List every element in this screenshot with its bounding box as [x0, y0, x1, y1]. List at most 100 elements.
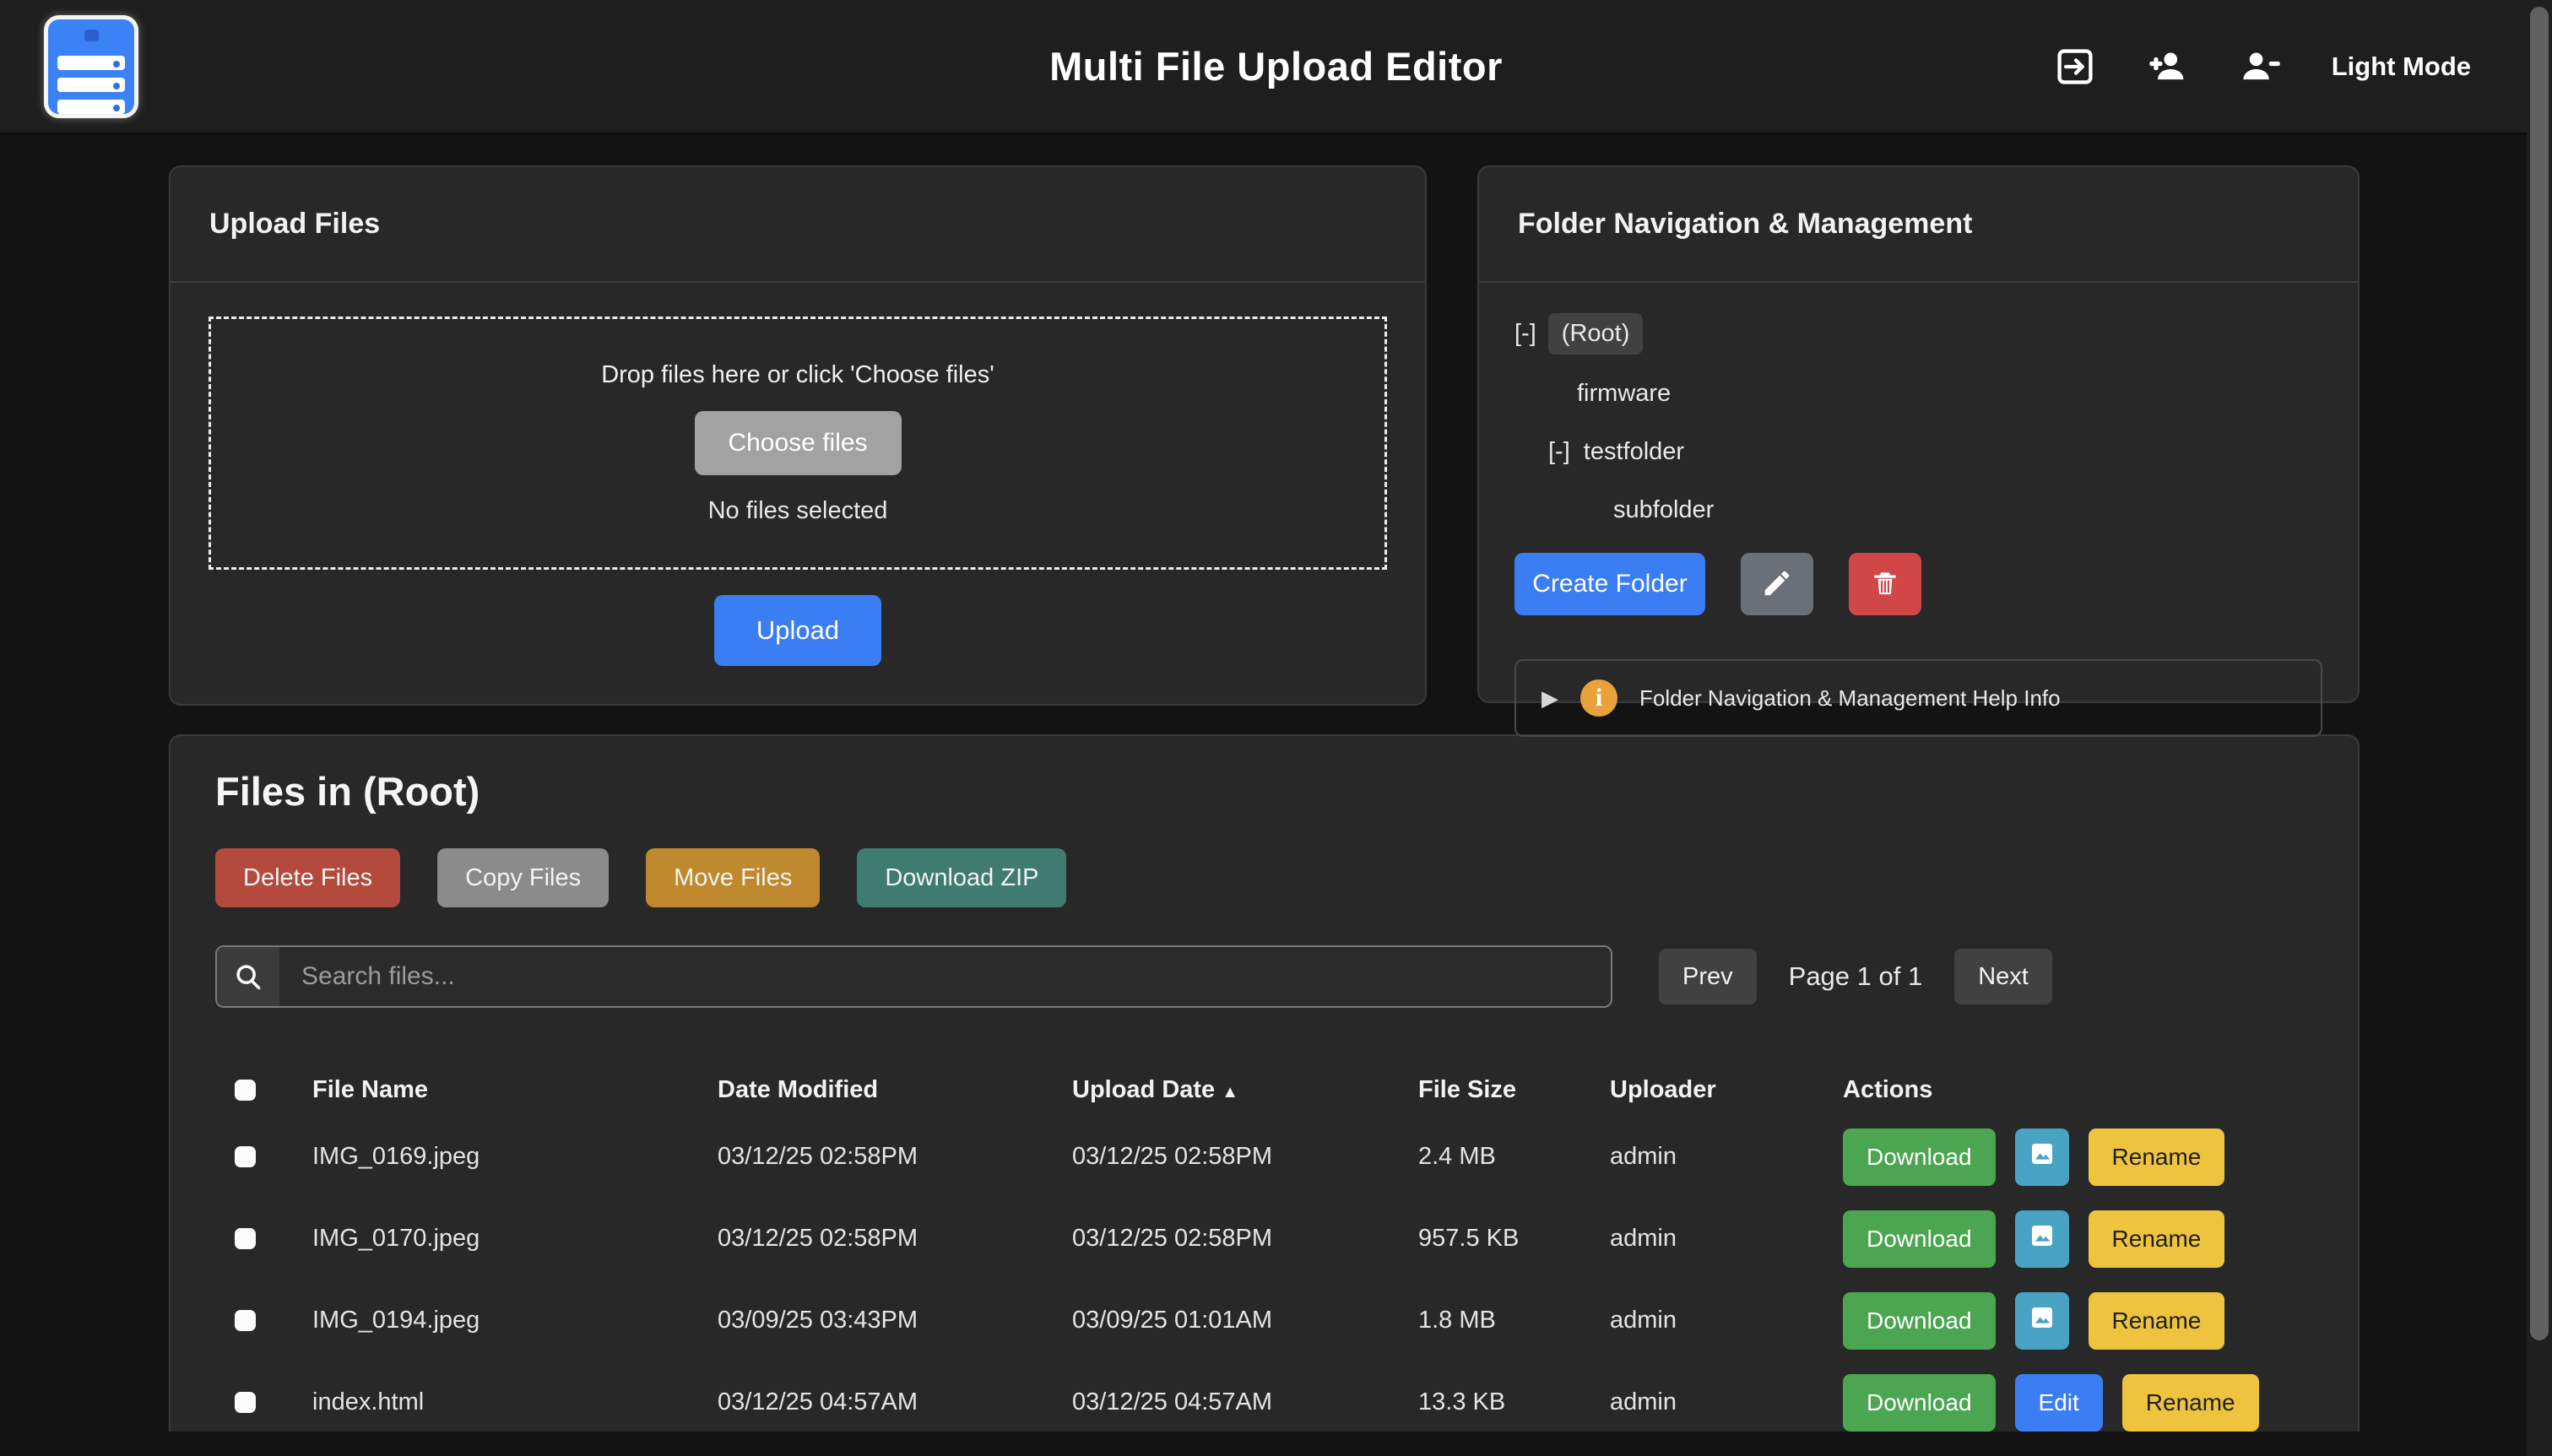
files-panel: Files in (Root) Delete Files Copy Files Mo…: [169, 734, 2360, 1432]
rename-button[interactable]: Rename: [2089, 1210, 2225, 1268]
row-checkbox[interactable]: [235, 1392, 256, 1413]
sort-asc-icon: ▲: [1222, 1083, 1238, 1101]
pencil-icon: [1761, 567, 1793, 602]
file-size: 1.8 MB: [1418, 1307, 1610, 1334]
files-panel-title: Files in (Root): [215, 768, 2313, 815]
choose-files-button[interactable]: Choose files: [695, 411, 902, 475]
folder-tree-item[interactable]: [-] testfolder: [1548, 433, 2322, 471]
page-indicator: Page 1 of 1: [1789, 961, 1923, 992]
edit-button[interactable]: Edit: [2015, 1374, 2103, 1432]
rename-button[interactable]: Rename: [2122, 1374, 2259, 1432]
row-actions: Download Rename: [1843, 1210, 2313, 1268]
info-icon: i: [1580, 679, 1617, 717]
folder-name[interactable]: testfolder: [1582, 433, 1686, 471]
trash-icon: [1869, 567, 1901, 602]
dropzone-hint: Drop files here or click 'Choose files': [601, 361, 994, 389]
rename-folder-button[interactable]: [1741, 553, 1813, 615]
folder-help-label: Folder Navigation & Management Help Info: [1639, 685, 2061, 712]
search-input[interactable]: [279, 947, 1611, 1006]
col-header-date-modified[interactable]: Date Modified: [718, 1076, 1072, 1104]
folder-tree-item[interactable]: [-] (Root): [1514, 313, 2322, 355]
theme-toggle[interactable]: Light Mode: [2332, 51, 2471, 82]
col-header-file-size[interactable]: File Size: [1418, 1076, 1610, 1104]
upload-date: 03/12/25 04:57AM: [1072, 1388, 1418, 1416]
caret-right-icon: ▶: [1541, 685, 1558, 712]
uploader: admin: [1610, 1388, 1843, 1416]
folder-name[interactable]: (Root): [1548, 313, 1644, 355]
create-folder-button[interactable]: Create Folder: [1514, 553, 1705, 615]
table-header-row: File Name Date Modified Upload Date▲ Fil…: [215, 1064, 2313, 1116]
upload-date: 03/12/25 02:58PM: [1072, 1143, 1418, 1171]
file-dropzone[interactable]: Drop files here or click 'Choose files' …: [209, 317, 1387, 570]
rename-button[interactable]: Rename: [2089, 1292, 2225, 1350]
uploader: admin: [1610, 1225, 1843, 1253]
col-header-file-name[interactable]: File Name: [312, 1076, 718, 1104]
folder-tree-item[interactable]: subfolder: [1612, 491, 2322, 529]
uploader: admin: [1610, 1307, 1843, 1334]
folder-name[interactable]: subfolder: [1612, 491, 1715, 529]
table-row: IMG_0170.jpeg03/12/25 02:58PM03/12/25 02…: [215, 1198, 2313, 1280]
scrollbar-track[interactable]: [2527, 0, 2552, 1456]
folder-tree: [-] (Root) firmware [-] testfolder subfolder: [1514, 313, 2322, 529]
no-files-selected-text: No files selected: [708, 497, 888, 525]
row-checkbox[interactable]: [235, 1228, 256, 1249]
image-preview-button[interactable]: [2015, 1292, 2069, 1350]
remove-user-icon[interactable]: [2239, 45, 2283, 89]
file-size: 2.4 MB: [1418, 1143, 1610, 1171]
folder-tree-item[interactable]: firmware: [1575, 375, 2322, 413]
search-icon[interactable]: [217, 947, 279, 1006]
delete-files-button[interactable]: Delete Files: [215, 848, 400, 907]
upload-button[interactable]: Upload: [714, 595, 881, 666]
folder-panel-title: Folder Navigation & Management: [1479, 167, 2358, 283]
top-bar: Multi File Upload Editor Light: [0, 0, 2552, 135]
row-actions: Download Rename: [1843, 1292, 2313, 1350]
select-all-checkbox[interactable]: [235, 1080, 256, 1101]
prev-page-button[interactable]: Prev: [1659, 949, 1757, 1004]
date-modified: 03/12/25 02:58PM: [718, 1143, 1072, 1171]
download-button[interactable]: Download: [1843, 1292, 1996, 1350]
add-user-icon[interactable]: [2146, 45, 2190, 89]
row-actions: Download Rename: [1843, 1129, 2313, 1186]
file-table-body: IMG_0169.jpeg03/12/25 02:58PM03/12/25 02…: [215, 1116, 2313, 1432]
file-name: IMG_0194.jpeg: [312, 1307, 718, 1334]
rename-button[interactable]: Rename: [2089, 1129, 2225, 1186]
search-bar: [215, 945, 1612, 1008]
download-button[interactable]: Download: [1843, 1374, 1996, 1432]
folder-name[interactable]: firmware: [1575, 375, 1672, 413]
file-size: 13.3 KB: [1418, 1388, 1610, 1416]
scrollbar-thumb[interactable]: [2530, 7, 2549, 1340]
app-logo-icon[interactable]: [44, 15, 138, 118]
next-page-button[interactable]: Next: [1954, 949, 2052, 1004]
image-icon: [2029, 1304, 2056, 1337]
pagination: Prev Page 1 of 1 Next: [1659, 949, 2052, 1004]
row-checkbox[interactable]: [235, 1146, 256, 1167]
download-button[interactable]: Download: [1843, 1129, 1996, 1186]
table-row: IMG_0194.jpeg03/09/25 03:43PM03/09/25 01…: [215, 1280, 2313, 1361]
download-zip-button[interactable]: Download ZIP: [857, 848, 1066, 907]
table-row: index.html03/12/25 04:57AM03/12/25 04:57…: [215, 1361, 2313, 1432]
col-header-actions: Actions: [1843, 1076, 2313, 1104]
collapse-toggle[interactable]: [-]: [1514, 320, 1536, 348]
image-preview-button[interactable]: [2015, 1129, 2069, 1186]
upload-panel-title: Upload Files: [171, 167, 1425, 283]
folder-help-accordion[interactable]: ▶ i Folder Navigation & Management Help …: [1514, 659, 2322, 737]
image-icon: [2029, 1222, 2056, 1255]
col-header-uploader[interactable]: Uploader: [1610, 1076, 1843, 1104]
copy-files-button[interactable]: Copy Files: [437, 848, 609, 907]
uploader: admin: [1610, 1143, 1843, 1171]
move-files-button[interactable]: Move Files: [646, 848, 820, 907]
upload-date: 03/09/25 01:01AM: [1072, 1307, 1418, 1334]
date-modified: 03/09/25 03:43PM: [718, 1307, 1072, 1334]
upload-files-panel: Upload Files Drop files here or click 'C…: [169, 165, 1427, 706]
date-modified: 03/12/25 02:58PM: [718, 1225, 1072, 1253]
delete-folder-button[interactable]: [1849, 553, 1921, 615]
logout-icon[interactable]: [2053, 45, 2097, 89]
collapse-toggle[interactable]: [-]: [1548, 438, 1570, 466]
row-checkbox[interactable]: [235, 1310, 256, 1331]
file-name: IMG_0169.jpeg: [312, 1143, 718, 1171]
row-actions: Download Edit Rename: [1843, 1374, 2313, 1432]
col-header-upload-date[interactable]: Upload Date▲: [1072, 1076, 1418, 1104]
image-preview-button[interactable]: [2015, 1210, 2069, 1268]
download-button[interactable]: Download: [1843, 1210, 1996, 1268]
folder-navigation-panel: Folder Navigation & Management [-] (Root)…: [1477, 165, 2360, 703]
